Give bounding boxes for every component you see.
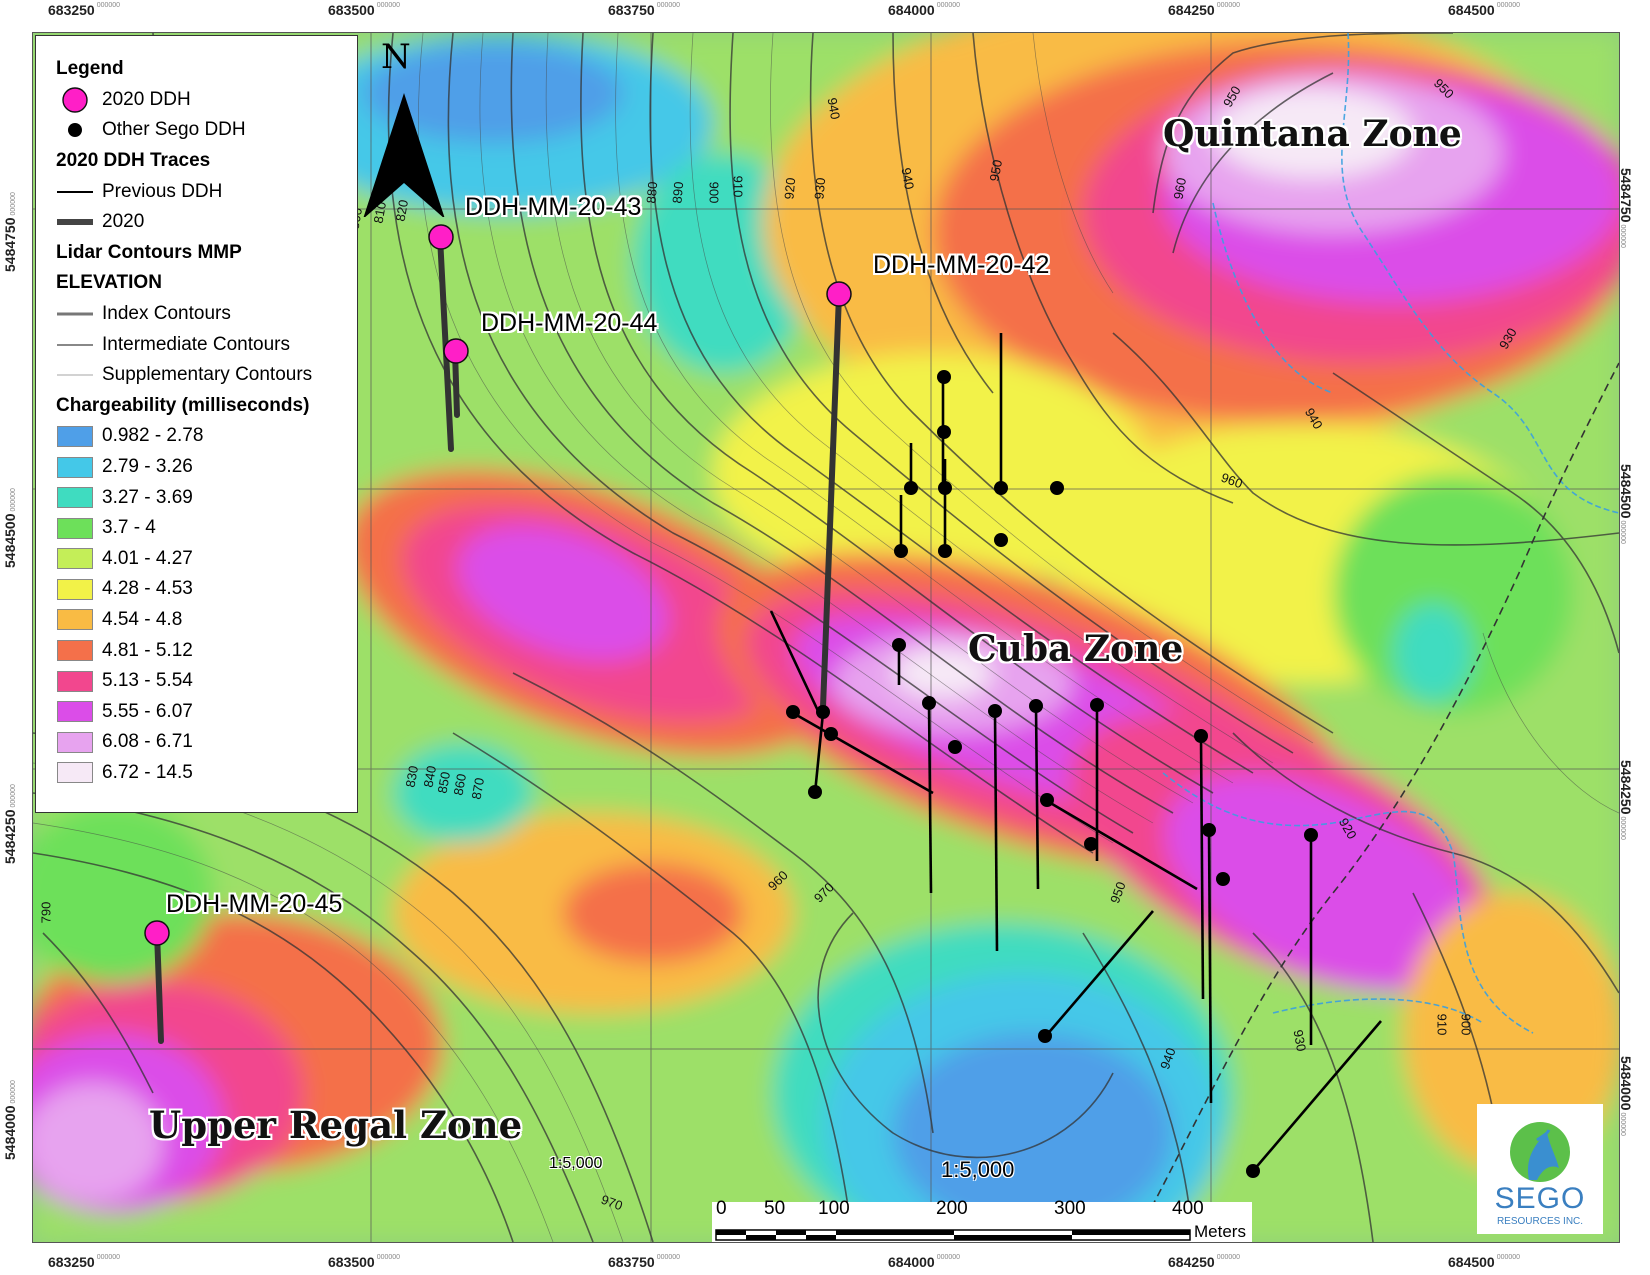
legend-item-index-contours: Index Contours	[56, 299, 357, 330]
y-tick-left: 5484750000000	[2, 192, 18, 272]
class-swatch	[57, 578, 93, 600]
scale-tick-label: 50	[764, 1198, 786, 1219]
class-swatch	[57, 701, 93, 723]
intermediate-contour-line-icon	[57, 343, 93, 346]
y-tick-left: 5484000000000	[2, 1080, 18, 1160]
scale-bar-graphic	[715, 1229, 1191, 1241]
y-tick-left: 5484500000000	[2, 488, 18, 568]
x-tick-bottom: 684500 000000	[1448, 1254, 1521, 1270]
legend-class: 4.28 - 4.53	[56, 574, 357, 605]
scale-tick-label: 200	[936, 1198, 968, 1219]
contour-label: 900	[1458, 1013, 1474, 1036]
legend-title: Legend	[56, 58, 124, 80]
class-swatch	[57, 517, 93, 539]
x-tick-bottom: 683250 000000	[48, 1254, 121, 1270]
legend-item-intermediate-contours: Intermediate Contours	[56, 329, 357, 360]
x-tick-top: 683500 000000	[328, 2, 401, 18]
contour-label: 910	[1434, 1013, 1450, 1036]
hole-label: DDH-MM-20-44	[481, 309, 658, 337]
class-swatch	[57, 762, 93, 784]
y-tick-left: 5484250000000	[2, 784, 18, 864]
legend-class: 5.13 - 5.54	[56, 666, 357, 697]
y-tick-right: 5484250000000	[1618, 760, 1634, 840]
contour-label: 910	[730, 175, 746, 198]
legend-item-supplementary-contours: Supplementary Contours	[56, 360, 357, 391]
contour-label: 930	[811, 177, 829, 200]
scale-unit: Meters	[1194, 1222, 1246, 1241]
class-swatch	[57, 425, 93, 447]
legend-class: 4.54 - 4.8	[56, 605, 357, 636]
previous-trace-line-icon	[57, 190, 93, 193]
class-swatch	[57, 487, 93, 509]
legend-class: 3.7 - 4	[56, 513, 357, 544]
class-swatch	[57, 609, 93, 631]
class-swatch	[57, 456, 93, 478]
scale-bar: 0 50 100 200 300 400 Meters	[712, 1198, 1252, 1242]
x-tick-top: 683750 000000	[608, 2, 681, 18]
ddh-other-symbol-icon	[68, 123, 82, 138]
contour-label: 920	[781, 177, 799, 200]
logo-sub: RESOURCES INC.	[1496, 1216, 1584, 1227]
contour-label: 880	[643, 181, 661, 204]
legend-item-2020-ddh: 2020 DDH	[56, 85, 357, 116]
legend-class: 0.982 - 2.78	[56, 421, 357, 452]
hole-label: DDH-MM-20-43	[465, 193, 642, 221]
x-tick-bottom: 683750 000000	[608, 1254, 681, 1270]
north-arrow-icon	[363, 93, 445, 217]
ddh-2020-symbol-icon	[62, 87, 88, 113]
y-tick-right: 5484500000000	[1618, 464, 1634, 544]
x-tick-bottom: 684250 000000	[1168, 1254, 1241, 1270]
y-tick-right: 5484750000000	[1618, 168, 1634, 248]
scale-tick-label: 100	[818, 1198, 850, 1219]
class-swatch	[57, 640, 93, 662]
legend-chargeability-classes: 0.982 - 2.78 2.79 - 3.26 3.27 - 3.69 3.7…	[56, 421, 357, 788]
legend-item-2020-trace: 2020	[56, 207, 357, 238]
y-tick-right: 5484000000000	[1618, 1056, 1634, 1136]
contour-label: 890	[669, 181, 687, 204]
x-tick-bottom: 684000 000000	[888, 1254, 961, 1270]
legend-class: 6.08 - 6.71	[56, 727, 357, 758]
x-tick-top: 683250 000000	[48, 2, 121, 18]
scale-ratio: 1:5,000	[941, 1157, 1015, 1182]
logo-name: SEGO	[1494, 1182, 1586, 1215]
legend-class: 4.81 - 5.12	[56, 635, 357, 666]
supplementary-contour-line-icon	[57, 374, 93, 376]
zone-label-cuba: Cuba Zone	[968, 628, 1184, 670]
legend-lidar-title: Lidar Contours MMP	[56, 241, 242, 263]
class-swatch	[57, 670, 93, 692]
legend-chargeability-title: Chargeability (milliseconds)	[56, 394, 310, 416]
hole-label: DDH-MM-20-45	[166, 890, 343, 918]
north-arrow: N	[361, 37, 447, 217]
hole-label: DDH-MM-20-42	[873, 251, 1050, 279]
legend-class: 4.01 - 4.27	[56, 544, 357, 575]
legend-elevation-title: ELEVATION	[56, 272, 162, 294]
scale-tick-label: 300	[1054, 1198, 1086, 1219]
legend-panel: Legend 2020 DDH Other Sego DDH 2020 DDH …	[35, 35, 358, 813]
company-logo: SEGO RESOURCES INC.	[1477, 1104, 1603, 1234]
x-tick-top: 684250 000000	[1168, 2, 1241, 18]
class-swatch	[57, 731, 93, 753]
scale-tick-label: 400	[1172, 1198, 1204, 1219]
x-tick-top: 684000 000000	[888, 2, 961, 18]
scale-tick-label: 0	[716, 1198, 727, 1219]
x-tick-top: 684500 000000	[1448, 2, 1521, 18]
legend-class: 5.55 - 6.07	[56, 696, 357, 727]
zone-label-upper-regal: Upper Regal Zone	[149, 1103, 523, 1147]
zone-label-quintana: Quintana Zone	[1163, 113, 1462, 155]
trace-2020-line-icon	[57, 219, 93, 226]
contour-label: 900	[706, 181, 722, 204]
legend-class: 6.72 - 14.5	[56, 758, 357, 789]
legend-class: 2.79 - 3.26	[56, 452, 357, 483]
contour-label: 790	[38, 901, 54, 924]
legend-item-previous-ddh: Previous DDH	[56, 176, 357, 207]
legend-item-other-ddh: Other Sego DDH	[56, 115, 357, 146]
scale-ratio-small: 1:5,000	[549, 1155, 603, 1172]
legend-traces-title: 2020 DDH Traces	[56, 150, 211, 172]
legend-class: 3.27 - 3.69	[56, 482, 357, 513]
x-tick-bottom: 683500 000000	[328, 1254, 401, 1270]
index-contour-line-icon	[57, 312, 93, 316]
class-swatch	[57, 548, 93, 570]
